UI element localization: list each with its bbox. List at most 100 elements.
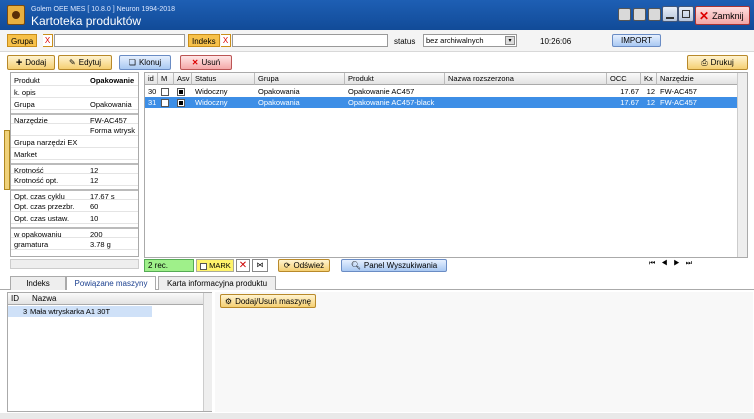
- cell-nazwa: [445, 86, 607, 97]
- filter-bar: Grupa X Indeks X status bez archiwalnych…: [0, 30, 754, 52]
- property-row: Grupa Opakowania: [11, 99, 138, 110]
- chat-icon[interactable]: [618, 8, 631, 21]
- gear-icon: ⚙: [224, 296, 233, 306]
- mark-all-icon[interactable]: ⋈: [252, 259, 268, 272]
- column-header[interactable]: Nazwa rozszerzona: [445, 73, 607, 85]
- column-header[interactable]: Narzędzie: [657, 73, 738, 85]
- machines-list: ID Nazwa 3 Mała wtryskarka A1 30T: [7, 292, 212, 412]
- delete-button[interactable]: ✕ Usuń: [180, 55, 232, 70]
- column-header[interactable]: OCC: [607, 73, 641, 85]
- cell-produkt: Opakowanie AC457: [348, 87, 415, 96]
- detail-tabs: Indeks Powiązane maszyny Karta informacy…: [0, 276, 754, 290]
- cell-nazwa: [445, 97, 607, 108]
- cell-grupa: Opakowania: [258, 98, 300, 107]
- clone-button[interactable]: ❏ Klonuj: [119, 55, 171, 70]
- tab-indeks[interactable]: Indeks: [10, 276, 66, 290]
- window-title: Kartoteka produktów: [31, 14, 142, 28]
- table-row[interactable]: 31 Widoczny Opakowania Opakowanie AC457-bla…: [145, 97, 738, 108]
- mark-button[interactable]: MARK: [196, 259, 234, 272]
- property-key: Opt. czas przezbr.: [14, 202, 75, 211]
- checkbox[interactable]: [161, 88, 169, 97]
- cell-occ: 17.67: [620, 98, 639, 107]
- app-version: Golem OEE MES [ 10.8.0 ] Neuron 1994-201…: [31, 6, 175, 13]
- checkbox[interactable]: [161, 99, 169, 108]
- refresh-button[interactable]: ⟳ Odśwież: [278, 259, 330, 272]
- machines-vscroll[interactable]: [203, 293, 212, 411]
- search-panel-button[interactable]: 🔍︎ Panel Wyszukiwania: [341, 259, 447, 272]
- clone-icon: ❏: [128, 58, 136, 67]
- search-icon: 🔍︎: [350, 261, 361, 270]
- indeks-clear-button[interactable]: X: [221, 34, 231, 47]
- grupa-input[interactable]: [54, 34, 185, 47]
- property-key: Krotność opt.: [14, 176, 59, 185]
- table-row[interactable]: 30 Widoczny Opakowania Opakowanie AC457 17.6…: [145, 86, 738, 97]
- grupa-filter-label: Grupa: [7, 34, 38, 47]
- camera-icon[interactable]: [633, 8, 646, 21]
- property-key: Opt. czas ustaw.: [14, 214, 70, 223]
- pagination-controls[interactable]: ⏮◀▶⏭: [649, 260, 698, 268]
- close-button[interactable]: ✕ Zamknij: [695, 6, 750, 25]
- chevron-down-icon: ▾: [505, 36, 515, 45]
- product-properties-panel: Produkt Opakowanie k. opis Grupa Opakowania N…: [10, 72, 139, 257]
- printer-icon: ⎙: [701, 57, 708, 67]
- plus-icon: +: [15, 56, 23, 69]
- cell-status: Widoczny: [195, 98, 228, 107]
- keyboard-icon[interactable]: [648, 8, 661, 21]
- maximize-button[interactable]: [678, 6, 694, 22]
- import-button[interactable]: IMPORT: [612, 34, 661, 47]
- column-header[interactable]: Produkt: [345, 73, 445, 85]
- cell-kx: 12: [646, 87, 655, 96]
- checkbox[interactable]: [177, 99, 185, 108]
- column-header[interactable]: M: [158, 73, 174, 85]
- status-bar: [0, 413, 754, 419]
- add-remove-machine-button[interactable]: ⚙ Dodaj/Usuń maszynę: [220, 294, 316, 308]
- m-checkbox-cell: [158, 86, 174, 97]
- machines-actions: ⚙ Dodaj/Usuń maszynę: [215, 292, 753, 412]
- machines-col-name: Nazwa: [32, 294, 57, 303]
- unmark-icon[interactable]: ✕: [236, 259, 250, 272]
- property-row: Opt. czas ustaw. 10: [11, 213, 138, 224]
- clock: 10:26:06: [540, 37, 572, 46]
- property-value: 12: [90, 176, 99, 185]
- properties-hscroll[interactable]: [10, 259, 139, 269]
- indeks-filter-label: Indeks: [188, 34, 220, 47]
- status-select[interactable]: bez archiwalnych ▾: [423, 34, 517, 47]
- cell-status: Widoczny: [195, 87, 228, 96]
- column-header[interactable]: Asv: [174, 73, 192, 85]
- property-row: w opakowaniu 200: [11, 227, 138, 239]
- indeks-input[interactable]: [232, 34, 388, 47]
- property-value: Forma wtrysk: [90, 126, 135, 135]
- minimize-button[interactable]: [662, 6, 678, 22]
- property-value: Opakowanie: [90, 76, 135, 85]
- status-label: status: [394, 37, 416, 46]
- panel-splitter[interactable]: [4, 130, 10, 190]
- property-key: Produkt: [14, 76, 40, 85]
- print-button[interactable]: ⎙ Drukuj: [687, 55, 748, 70]
- column-header[interactable]: id: [145, 73, 158, 85]
- refresh-icon: ⟳: [283, 261, 291, 270]
- property-value: 10: [90, 214, 99, 223]
- column-header[interactable]: Status: [192, 73, 255, 85]
- machines-col-id: ID: [11, 294, 19, 303]
- grid-vscroll[interactable]: [737, 73, 747, 257]
- machine-row[interactable]: 3 Mała wtryskarka A1 30T: [8, 306, 152, 317]
- add-button[interactable]: + Dodaj: [7, 55, 55, 70]
- pencil-icon: ✎: [69, 58, 76, 67]
- mark-checkbox[interactable]: [200, 262, 207, 270]
- edit-button[interactable]: ✎ Edytuj: [58, 55, 112, 70]
- property-value: Opakowania: [90, 100, 132, 109]
- close-icon: ✕: [699, 8, 710, 23]
- property-row: Produkt Opakowanie: [11, 75, 138, 86]
- property-row: Market: [11, 149, 138, 160]
- column-header[interactable]: Grupa: [255, 73, 345, 85]
- column-header[interactable]: Kx: [641, 73, 657, 85]
- products-grid: id M Asv Status Grupa Produkt Nazwa rozszerzon…: [144, 72, 748, 258]
- property-key: gramatura: [14, 240, 49, 249]
- tab-product-info-card[interactable]: Karta informacyjna produktu: [158, 276, 276, 290]
- record-count: 2 rec.: [144, 259, 194, 272]
- checkbox[interactable]: [177, 88, 185, 97]
- machines-header: ID Nazwa: [8, 293, 203, 305]
- tab-related-machines[interactable]: Powiązane maszyny: [66, 276, 156, 290]
- cell-grupa: Opakowania: [258, 87, 300, 96]
- grupa-clear-button[interactable]: X: [43, 34, 53, 47]
